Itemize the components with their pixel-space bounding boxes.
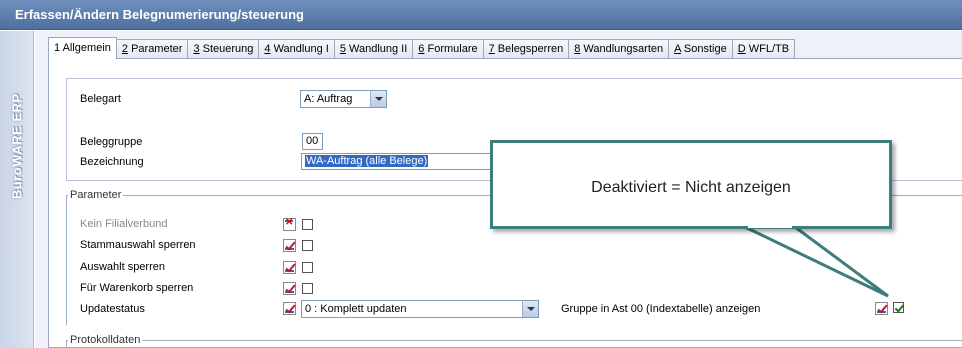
gruppe-ast-checkbox[interactable] xyxy=(893,302,904,313)
updatestatus-label: Updatestatus xyxy=(80,303,145,315)
belegart-value: A: Auftrag xyxy=(304,93,353,105)
tab-wandlungsarten[interactable]: 8 Wandlungsarten xyxy=(568,39,670,59)
window-title: Erfassen/Ändern Belegnumerierung/steueru… xyxy=(15,7,304,22)
beleggruppe-label: Beleggruppe xyxy=(80,136,143,148)
red-check-icon[interactable] xyxy=(283,261,296,274)
kein-filialverbund-checkbox[interactable] xyxy=(302,219,313,230)
tab-parameter[interactable]: 2 Parameter xyxy=(115,39,189,59)
tab-steuerung[interactable]: 3 Steuerung xyxy=(187,39,260,59)
chevron-down-icon[interactable] xyxy=(370,91,386,107)
stammauswahl-sperren-checkbox[interactable] xyxy=(302,240,313,251)
beleggruppe-field[interactable]: 00 xyxy=(302,133,323,150)
tab-label: Wandlungsarten xyxy=(580,43,664,55)
brand-sidebar: BüroWARE ERP xyxy=(0,31,34,348)
callout-text: Deaktiviert = Nicht anzeigen xyxy=(591,179,791,196)
updatestatus-value: 0 : Komplett updaten xyxy=(305,303,407,315)
updatestatus-select[interactable]: 0 : Komplett updaten xyxy=(301,300,539,318)
tab-bar: 1 Allgemein 2 Parameter 3 Steuerung 4 Wa… xyxy=(48,37,796,59)
tab-allgemein[interactable]: 1 Allgemein xyxy=(48,37,117,59)
parameter-fieldset-border xyxy=(66,195,67,325)
bezeichnung-label: Bezeichnung xyxy=(80,156,144,168)
tab-wandlung-2[interactable]: 5 Wandlung II xyxy=(333,39,414,59)
protokoll-fieldset-border xyxy=(66,340,67,348)
belegart-select[interactable]: A: Auftrag xyxy=(300,90,387,108)
tab-label: Steuerung xyxy=(199,43,254,55)
tab-label: Belegsperren xyxy=(494,43,564,55)
tab-label: Allgemein xyxy=(60,42,111,54)
window-titlebar: Erfassen/Ändern Belegnumerierung/steueru… xyxy=(0,0,962,30)
tab-belegsperren[interactable]: 7 Belegsperren xyxy=(482,39,570,59)
tab-key: A xyxy=(674,43,681,55)
protokoll-legend: Protokolldaten xyxy=(68,334,143,346)
tab-label: Formulare xyxy=(424,43,478,55)
red-check-icon[interactable] xyxy=(283,302,296,315)
tab-label: WFL/TB xyxy=(745,43,790,55)
tab-label: Parameter xyxy=(128,43,183,55)
warenkorb-sperren-label: Für Warenkorb sperren xyxy=(80,282,194,294)
red-x-icon[interactable] xyxy=(283,217,296,231)
tab-wandlung-1[interactable]: 4 Wandlung I xyxy=(258,39,335,59)
chevron-down-icon[interactable] xyxy=(522,301,538,317)
callout-box: Deaktiviert = Nicht anzeigen xyxy=(490,140,892,229)
tab-wfl-tb[interactable]: D WFL/TB xyxy=(731,39,796,59)
brand-logo-text: BüroWARE ERP xyxy=(9,93,25,199)
belegart-label: Belegart xyxy=(80,93,121,105)
gruppe-ast-label: Gruppe in Ast 00 (Indextabelle) anzeigen xyxy=(561,303,761,315)
tab-formulare[interactable]: 6 Formulare xyxy=(412,39,484,59)
auswahlt-sperren-checkbox[interactable] xyxy=(302,262,313,273)
tab-label: Sonstige xyxy=(680,43,727,55)
red-check-icon[interactable] xyxy=(875,302,888,315)
tab-sonstige[interactable]: A Sonstige xyxy=(668,39,733,59)
red-check-icon[interactable] xyxy=(283,282,296,295)
tab-key: D xyxy=(737,43,746,55)
protokoll-fieldset: Protokolldaten xyxy=(66,334,962,346)
auswahlt-sperren-label: Auswahlt sperren xyxy=(80,261,165,273)
bezeichnung-field[interactable]: WA-Auftrag (alle Belege) xyxy=(301,153,501,170)
warenkorb-sperren-checkbox[interactable] xyxy=(302,283,313,294)
kein-filialverbund-label: Kein Filialverbund xyxy=(80,218,168,230)
tab-label: Wandlung I xyxy=(270,43,329,55)
red-check-icon[interactable] xyxy=(283,239,296,252)
beleggruppe-value: 00 xyxy=(306,135,319,147)
bezeichnung-value: WA-Auftrag (alle Belege) xyxy=(305,155,429,167)
tab-label: Wandlung II xyxy=(345,43,408,55)
stammauswahl-sperren-label: Stammauswahl sperren xyxy=(80,239,196,251)
parameter-legend: Parameter xyxy=(68,189,124,201)
